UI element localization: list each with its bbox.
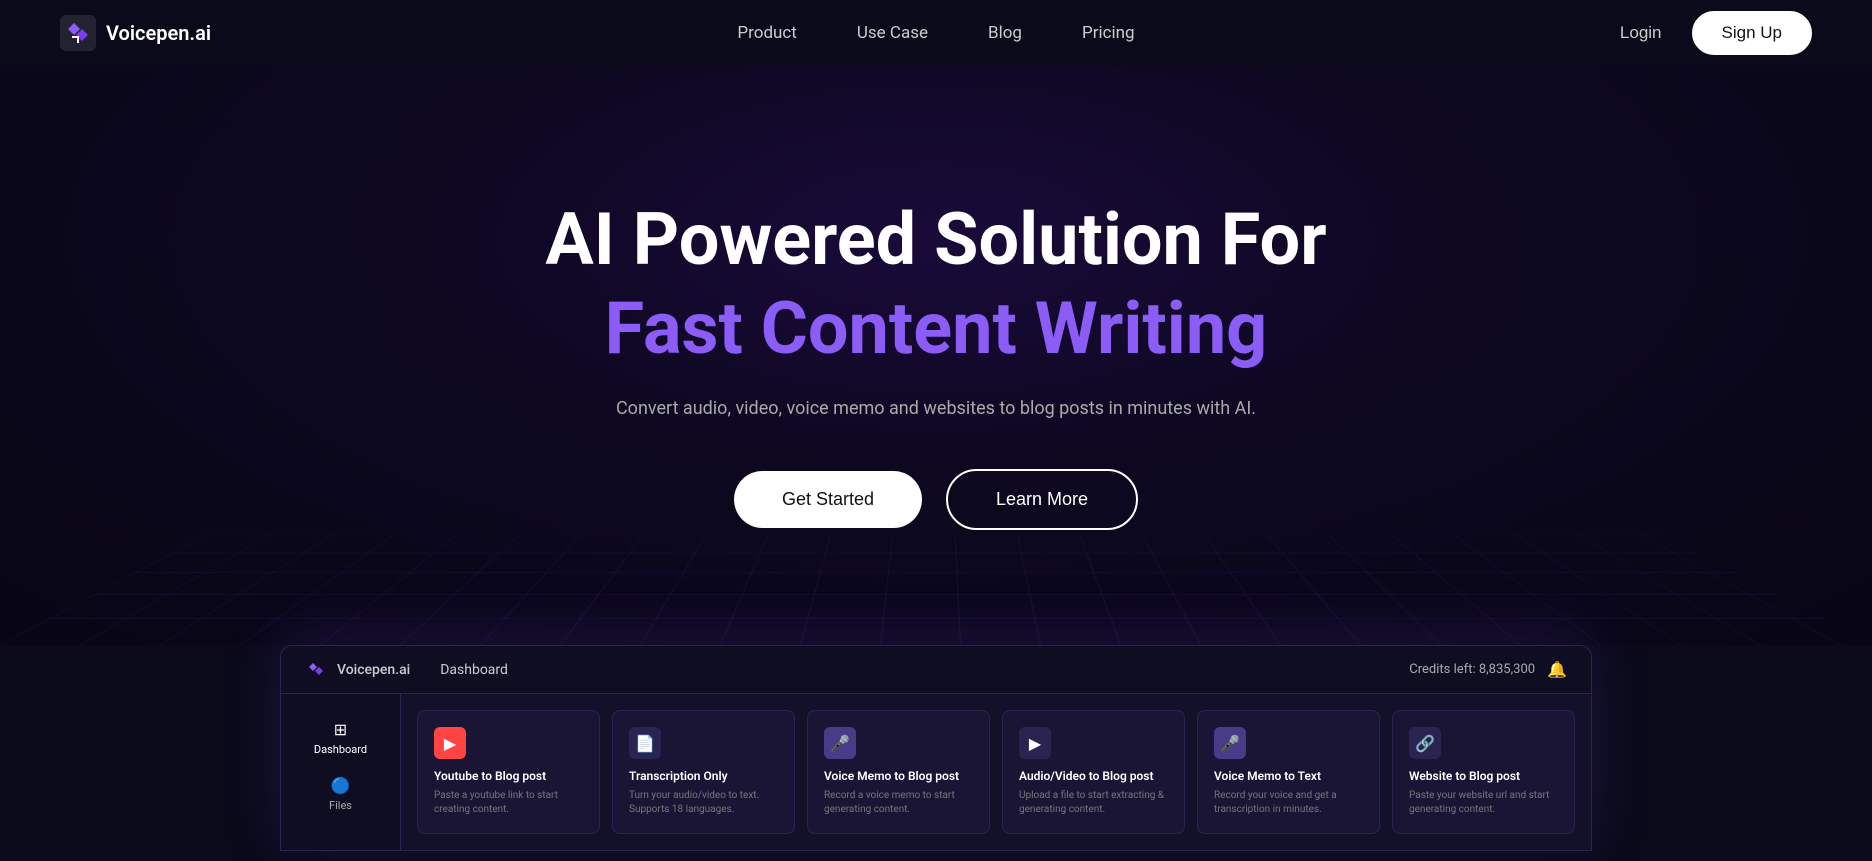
dashboard-title: Dashboard <box>440 662 508 678</box>
audio-video-card-desc: Upload a file to start extracting & gene… <box>1019 789 1168 817</box>
bell-icon[interactable]: 🔔 <box>1547 660 1567 679</box>
voice-text-card-desc: Record your voice and get a transcriptio… <box>1214 789 1363 817</box>
audio-video-icon: ▶ <box>1019 727 1051 759</box>
dashboard-logo-text: Voicepen.ai <box>337 662 410 678</box>
logo-text: Voicepen.ai <box>106 21 211 45</box>
dashboard-icon: ⊞ <box>334 720 347 739</box>
feature-card-voice-text[interactable]: 🎤 Voice Memo to Text Record your voice a… <box>1197 710 1380 834</box>
get-started-button[interactable]: Get Started <box>734 471 922 528</box>
dashboard-header-left: Voicepen.ai Dashboard <box>305 659 508 681</box>
sidebar-dashboard-label: Dashboard <box>314 743 367 756</box>
voice-memo-card-desc: Record a voice memo to start generating … <box>824 789 973 817</box>
signup-button[interactable]: Sign Up <box>1692 11 1812 55</box>
voicepen-logo-icon <box>60 15 96 51</box>
transcription-card-title: Transcription Only <box>629 769 778 783</box>
sidebar-item-files[interactable]: 🔵 Files <box>281 766 400 822</box>
feature-card-voice-memo[interactable]: 🎤 Voice Memo to Blog post Record a voice… <box>807 710 990 834</box>
voice-memo-icon: 🎤 <box>824 727 856 759</box>
feature-card-website[interactable]: 🔗 Website to Blog post Paste your websit… <box>1392 710 1575 834</box>
credits-label: Credits left: 8,835,300 <box>1409 662 1535 677</box>
dashboard-sidebar: ⊞ Dashboard 🔵 Files <box>281 694 401 850</box>
sidebar-files-label: Files <box>329 799 352 812</box>
website-card-title: Website to Blog post <box>1409 769 1558 783</box>
website-card-desc: Paste your website url and start generat… <box>1409 789 1558 817</box>
feature-card-audio-video[interactable]: ▶ Audio/Video to Blog post Upload a file… <box>1002 710 1185 834</box>
hero-description: Convert audio, video, voice memo and web… <box>616 398 1256 419</box>
dashboard-body: ⊞ Dashboard 🔵 Files ▶ Youtube to Blog po… <box>281 694 1591 850</box>
dashboard-window: Voicepen.ai Dashboard Credits left: 8,83… <box>280 645 1592 851</box>
nav-blog[interactable]: Blog <box>988 23 1022 43</box>
dashboard-header: Voicepen.ai Dashboard Credits left: 8,83… <box>281 646 1591 694</box>
nav-pricing[interactable]: Pricing <box>1082 23 1135 43</box>
hero-title-line2: Fast Content Writing <box>605 289 1268 368</box>
transcription-card-desc: Turn your audio/video to text. Supports … <box>629 789 778 817</box>
navbar-auth: Login Sign Up <box>1620 11 1812 55</box>
voice-text-card-title: Voice Memo to Text <box>1214 769 1363 783</box>
navbar-nav: Product Use Case Blog Pricing <box>737 23 1134 43</box>
sidebar-item-dashboard[interactable]: ⊞ Dashboard <box>281 710 400 766</box>
youtube-card-title: Youtube to Blog post <box>434 769 583 783</box>
website-icon: 🔗 <box>1409 727 1441 759</box>
dashboard-logo-icon <box>305 659 327 681</box>
hero-cta-group: Get Started Learn More <box>734 469 1138 530</box>
feature-card-transcription[interactable]: 📄 Transcription Only Turn your audio/vid… <box>612 710 795 834</box>
login-button[interactable]: Login <box>1620 23 1662 43</box>
dashboard-content: ▶ Youtube to Blog post Paste a youtube l… <box>401 694 1591 850</box>
files-icon: 🔵 <box>331 776 351 795</box>
hero-title-line1: AI Powered Solution For <box>545 200 1326 279</box>
transcription-icon: 📄 <box>629 727 661 759</box>
voice-memo-card-title: Voice Memo to Blog post <box>824 769 973 783</box>
navbar: Voicepen.ai Product Use Case Blog Pricin… <box>0 0 1872 65</box>
youtube-card-desc: Paste a youtube link to start creating c… <box>434 789 583 817</box>
hero-section: AI Powered Solution For Fast Content Wri… <box>0 65 1872 645</box>
learn-more-button[interactable]: Learn More <box>946 469 1138 530</box>
dashboard-header-right: Credits left: 8,835,300 🔔 <box>1409 660 1567 679</box>
youtube-icon: ▶ <box>434 727 466 759</box>
dashboard-preview: Voicepen.ai Dashboard Credits left: 8,83… <box>0 645 1872 851</box>
nav-product[interactable]: Product <box>737 23 796 43</box>
navbar-logo-group: Voicepen.ai <box>60 15 211 51</box>
audio-video-card-title: Audio/Video to Blog post <box>1019 769 1168 783</box>
voice-text-icon: 🎤 <box>1214 727 1246 759</box>
nav-use-case[interactable]: Use Case <box>857 23 928 43</box>
feature-card-youtube[interactable]: ▶ Youtube to Blog post Paste a youtube l… <box>417 710 600 834</box>
